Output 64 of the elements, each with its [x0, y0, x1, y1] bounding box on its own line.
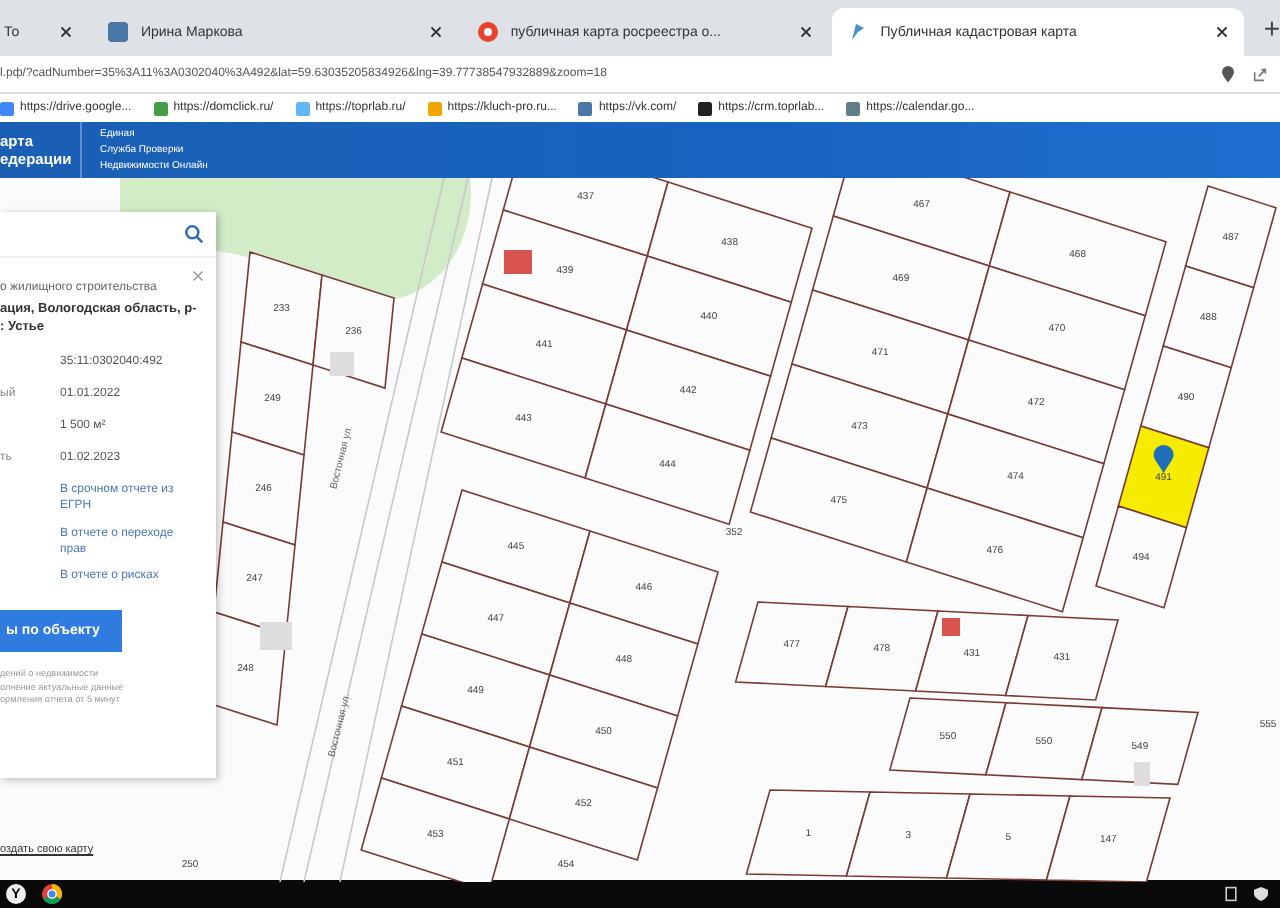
search-icon[interactable] — [184, 224, 204, 244]
land-parcel[interactable] — [481, 209, 649, 332]
land-parcel[interactable] — [984, 701, 1104, 781]
building-footprint — [330, 352, 354, 376]
land-parcel[interactable] — [222, 430, 305, 547]
chrome-icon[interactable] — [42, 884, 62, 904]
land-parcel[interactable] — [440, 357, 607, 480]
favicon-icon — [427, 101, 442, 115]
share-icon[interactable] — [1252, 65, 1268, 83]
land-parcel[interactable] — [548, 601, 699, 717]
land-parcel[interactable] — [1080, 706, 1200, 786]
land-parcel[interactable] — [380, 705, 531, 820]
land-parcel[interactable] — [734, 601, 850, 688]
building-marker — [504, 250, 532, 274]
land-parcel[interactable] — [988, 190, 1167, 317]
favicon-icon — [295, 101, 310, 115]
land-parcel[interactable] — [240, 250, 323, 367]
location-pin-icon[interactable] — [1220, 65, 1236, 83]
land-parcel[interactable] — [312, 273, 395, 390]
land-parcel[interactable] — [584, 403, 751, 526]
land-parcel[interactable] — [749, 437, 929, 563]
square-favicon-icon — [108, 22, 129, 42]
land-parcel[interactable] — [967, 264, 1147, 391]
close-icon[interactable] — [430, 26, 443, 38]
new-tab-button[interactable]: + — [1263, 12, 1280, 44]
land-parcel[interactable] — [440, 489, 591, 604]
land-parcel[interactable] — [231, 340, 314, 457]
favicon-icon — [846, 101, 861, 115]
land-parcel[interactable] — [888, 697, 1008, 776]
close-icon[interactable] — [1215, 26, 1228, 38]
land-parcel[interactable] — [460, 283, 628, 406]
favicon-icon — [0, 101, 14, 115]
favicon-icon — [578, 101, 593, 115]
map-favicon-icon — [848, 22, 869, 42]
close-icon[interactable] — [60, 26, 73, 38]
land-parcel[interactable] — [790, 289, 970, 415]
favicon-icon — [698, 101, 713, 115]
selected-parcel[interactable] — [1117, 425, 1210, 529]
land-parcel[interactable] — [528, 673, 679, 789]
building-marker — [942, 618, 960, 636]
building-footprint — [1134, 762, 1150, 786]
land-parcel[interactable] — [1184, 185, 1277, 289]
building-footprint — [260, 622, 292, 650]
land-parcel[interactable] — [400, 633, 551, 748]
land-parcel[interactable] — [1162, 265, 1255, 369]
circle-favicon-icon — [478, 22, 499, 42]
land-parcel[interactable] — [625, 255, 793, 378]
map-pin-icon — [1153, 444, 1174, 473]
land-parcel[interactable] — [811, 215, 991, 341]
land-parcel[interactable] — [926, 412, 1105, 539]
land-parcel[interactable] — [420, 561, 571, 676]
land-parcel[interactable] — [770, 363, 949, 489]
close-icon[interactable] — [800, 26, 813, 38]
battery-icon[interactable] — [1224, 886, 1238, 902]
land-parcel[interactable] — [604, 329, 772, 452]
favicon-icon — [153, 101, 168, 115]
land-parcel[interactable] — [508, 745, 659, 861]
shield-icon[interactable] — [1254, 886, 1268, 902]
land-parcel[interactable] — [1139, 345, 1233, 449]
land-parcel[interactable] — [824, 605, 940, 692]
land-parcel[interactable] — [1095, 505, 1188, 609]
land-parcel[interactable] — [946, 338, 1126, 465]
land-parcel[interactable] — [568, 529, 719, 645]
land-parcel[interactable] — [1004, 614, 1120, 701]
